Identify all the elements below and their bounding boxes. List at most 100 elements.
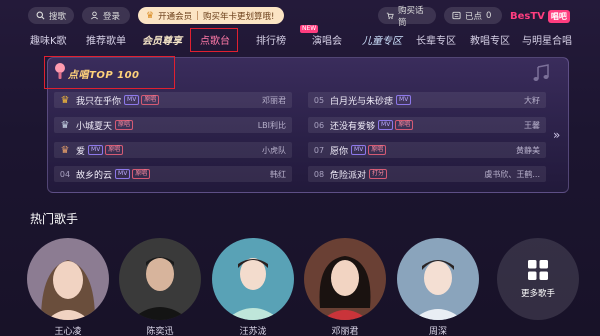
vip-separator: | [196, 10, 199, 21]
singer-name: 邓丽君 [331, 327, 359, 336]
vip-banner[interactable]: ♛ 开通会员 | 购买年卡更划算哦! [138, 7, 284, 24]
song-row[interactable]: ♛ 爱 MV 原唱 小虎队 [54, 142, 292, 158]
tab-vip-exclusive[interactable]: 会员尊享 [142, 32, 182, 47]
more-singers-label: 更多歌手 [520, 289, 555, 299]
singer-avatar[interactable] [119, 238, 201, 320]
grid-icon [528, 260, 548, 280]
cart-icon [386, 12, 394, 20]
song-title: 还没有爱够 [330, 121, 376, 132]
brand-name: BesTV [510, 10, 545, 22]
singer-name: 陈奕迅 [146, 327, 174, 336]
tab-charts[interactable]: 排行榜 [256, 32, 286, 47]
crown-icon: ♛ [146, 10, 155, 21]
login-button[interactable]: 登录 [82, 7, 130, 24]
brand-logo: BesTV 唱吧 [510, 8, 570, 24]
song-title: 我只在乎你 [76, 96, 122, 107]
singer-portrait [304, 238, 386, 320]
main-nav: 趣味K歌 推荐歌单 会员尊享 点歌台 排行榜 演唱会 儿童专区 长辈专区 教唱专… [0, 30, 600, 52]
song-title: 白月光与朱砂痣 [330, 96, 394, 107]
buy-mic-label: 购买话筒 [397, 5, 424, 28]
points-count: 0 [486, 10, 492, 21]
buy-mic-button[interactable]: 购买话筒 [378, 6, 436, 28]
song-row[interactable]: 08 危险派对 打分 虞书欣、王鹤... [308, 166, 546, 182]
tab-elders-zone[interactable]: 长辈专区 [416, 32, 456, 47]
active-tab-highlight [190, 28, 238, 52]
song-singer: LBI利比 [257, 120, 286, 130]
original-tag: 原唱 [368, 145, 387, 155]
song-title: 小城夏天 [76, 121, 113, 132]
song-rank: 05 [313, 95, 325, 105]
song-row[interactable]: ♛ 小城夏天 原唱 LBI利比 [54, 117, 292, 133]
song-rank: 08 [313, 169, 325, 179]
crown-rank-icon: ♛ [60, 119, 70, 131]
points-label: 已点 [465, 11, 483, 22]
song-rank: 07 [313, 145, 325, 155]
microphone-icon [55, 63, 65, 79]
mv-tag: MV [396, 95, 412, 105]
score-tag: 打分 [369, 169, 388, 179]
list-icon [452, 11, 461, 20]
new-badge: NEW [300, 25, 319, 33]
search-button[interactable]: 搜歌 [28, 7, 74, 24]
vip-promo-label: 购买年卡更划算哦! [202, 11, 275, 22]
mv-tag: MV [351, 145, 367, 155]
tab-kids-zone[interactable]: 儿童专区 [362, 32, 402, 47]
singer-avatar[interactable] [27, 238, 109, 320]
login-label: 登录 [103, 11, 121, 22]
singer-portrait [119, 238, 201, 320]
song-row[interactable]: 06 还没有爱够 MV 原唱 王馨 [308, 117, 546, 133]
search-label: 搜歌 [49, 11, 67, 22]
original-tag: 原唱 [141, 95, 160, 105]
music-note-icon [533, 64, 549, 81]
song-rank: 04 [59, 169, 71, 179]
song-row[interactable]: 05 白月光与朱砂痣 MV 大籽 [308, 92, 546, 108]
singer-avatar[interactable] [304, 238, 386, 320]
singer-portrait [397, 238, 479, 320]
tab-teaching-zone[interactable]: 教唱专区 [470, 32, 510, 47]
song-singer: 大籽 [524, 95, 540, 105]
song-singer: 韩红 [270, 169, 286, 179]
crown-rank-icon: ♛ [60, 144, 70, 156]
song-row[interactable]: ♛ 我只在乎你 MV 原唱 邓丽君 [54, 92, 292, 108]
song-title: 故乡的云 [76, 170, 113, 181]
singer-portrait [27, 238, 109, 320]
original-tag: 原唱 [115, 120, 134, 130]
song-row[interactable]: 04 故乡的云 MV 原唱 韩红 [54, 166, 292, 182]
vip-open-label: 开通会员 [158, 11, 193, 22]
singer-portrait [212, 238, 294, 320]
search-icon [36, 11, 45, 20]
original-tag: 原唱 [395, 120, 414, 130]
song-title: 愿你 [330, 146, 349, 157]
song-title: 危险派对 [330, 170, 367, 181]
song-row[interactable]: 07 愿你 MV 原唱 黄静美 [308, 142, 546, 158]
mv-tag: MV [124, 95, 140, 105]
singer-name: 周深 [428, 327, 447, 336]
song-rank: 06 [313, 120, 325, 130]
tab-concerts[interactable]: 演唱会 [312, 32, 342, 47]
tab-recommended-playlists[interactable]: 推荐歌单 [86, 32, 126, 47]
top100-title: 点唱TOP 100 [68, 70, 140, 81]
singer-avatar[interactable] [397, 238, 479, 320]
user-icon [91, 11, 98, 20]
mv-tag: MV [88, 145, 104, 155]
song-singer: 虞书欣、王鹤... [484, 169, 540, 179]
selected-songs-button[interactable]: 已点 0 [444, 7, 502, 24]
tab-sing-with-star[interactable]: 与明星合唱 [522, 32, 572, 47]
crown-rank-icon: ♛ [60, 94, 70, 106]
brand-tag: 唱吧 [547, 9, 570, 23]
more-singers-button[interactable]: 更多歌手 [497, 238, 579, 320]
song-singer: 邓丽君 [262, 95, 286, 105]
next-page-arrow-icon[interactable]: » [553, 128, 560, 142]
song-singer: 小虎队 [262, 145, 286, 155]
mv-tag: MV [378, 120, 394, 130]
hot-singers-title: 热门歌手 [30, 212, 79, 226]
singer-avatar[interactable] [212, 238, 294, 320]
song-title: 爱 [76, 146, 86, 157]
song-singer: 黄静美 [516, 145, 540, 155]
singer-name: 汪苏泷 [239, 327, 267, 336]
original-tag: 原唱 [105, 145, 124, 155]
song-singer: 王馨 [524, 120, 540, 130]
mv-tag: MV [115, 169, 131, 179]
tab-fun-karaoke[interactable]: 趣味K歌 [30, 32, 67, 47]
original-tag: 原唱 [132, 169, 151, 179]
